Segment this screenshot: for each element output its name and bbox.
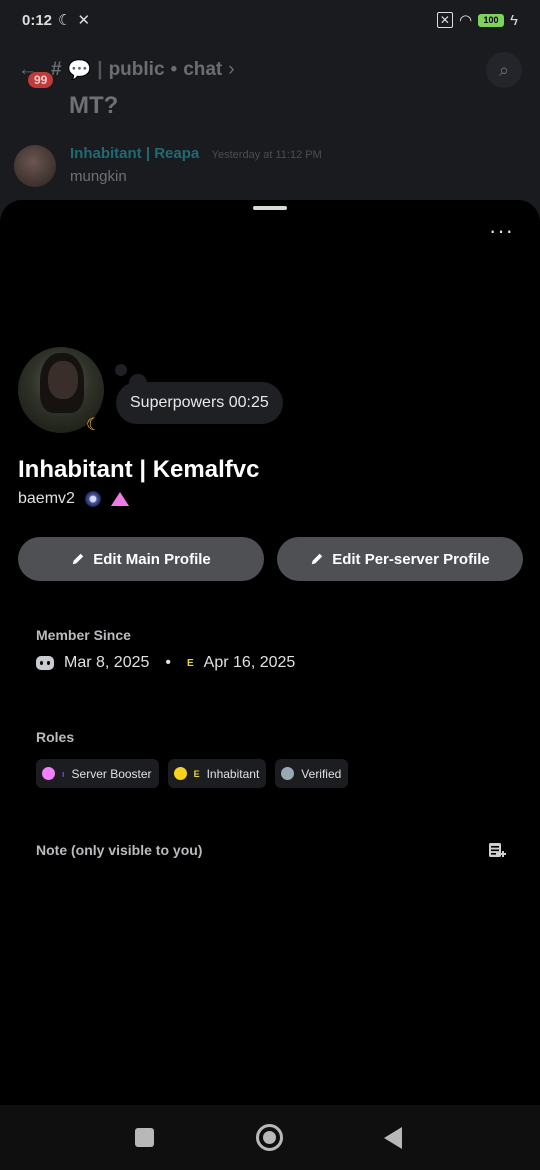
note-label[interactable]: Note (only visible to you) — [36, 842, 202, 858]
role-chip[interactable]: ı Server Booster — [36, 759, 159, 788]
role-color-dot — [42, 767, 55, 780]
battery-icon: 100 — [478, 13, 505, 27]
more-icon[interactable]: ··· — [489, 220, 514, 242]
previous-message-text: MT? — [69, 92, 119, 119]
roles-list: ı Server Booster E Inhabitant Verified — [36, 759, 349, 788]
username-row: baemv2 — [18, 490, 129, 508]
drag-handle[interactable] — [253, 206, 287, 210]
channel-separator: • — [170, 59, 178, 80]
role-icon: E — [193, 768, 200, 779]
recent-apps-icon[interactable] — [135, 1128, 154, 1147]
role-name: Verified — [301, 766, 342, 781]
nitro-badge-icon[interactable] — [84, 491, 101, 507]
boost-badge-icon[interactable] — [110, 492, 129, 506]
message-content: mungkin — [70, 168, 127, 185]
discord-join-date: Mar 8, 2025 — [64, 654, 150, 671]
member-since-row: Mar 8, 2025 • E Apr 16, 2025 — [36, 654, 295, 672]
server-icon: E — [187, 657, 194, 669]
message-author[interactable]: Inhabitant | Reapa — [70, 145, 199, 162]
date-separator: • — [165, 654, 171, 671]
role-color-dot — [173, 767, 187, 780]
role-color-dot — [281, 767, 295, 780]
edit-main-profile-button[interactable]: Edit Main Profile — [18, 537, 264, 581]
back-icon[interactable] — [384, 1127, 402, 1149]
muted-alarm-icon: ✕ — [77, 12, 91, 29]
moon-icon: ☾ — [86, 415, 102, 434]
wifi-icon: ◠ — [458, 12, 473, 29]
pencil-icon — [72, 553, 84, 565]
chevron-right-icon: › — [228, 59, 235, 80]
discord-icon — [36, 656, 54, 670]
role-icon: ı — [62, 768, 65, 779]
system-navigation-bar — [0, 1105, 540, 1170]
edit-server-profile-label: Edit Per-server Profile — [332, 550, 490, 568]
role-name: Inhabitant — [206, 766, 260, 781]
username: baemv2 — [18, 490, 75, 507]
edit-main-profile-label: Edit Main Profile — [93, 550, 211, 568]
pencil-icon — [311, 553, 323, 565]
edit-server-profile-button[interactable]: Edit Per-server Profile — [277, 537, 523, 581]
search-button[interactable]: ⌕ — [486, 52, 522, 88]
role-chip[interactable]: E Inhabitant — [167, 759, 267, 788]
member-since-label: Member Since — [36, 627, 131, 643]
author-avatar[interactable] — [14, 145, 56, 187]
note-add-icon[interactable] — [488, 842, 506, 860]
role-name: Server Booster — [71, 766, 152, 781]
chat-bubble-icon: 💬 — [67, 60, 92, 81]
chat-message: Inhabitant | Reapa Yesterday at 11:12 PM… — [14, 145, 322, 187]
unread-badge: 99 — [28, 72, 54, 88]
do-not-disturb-icon: ☾ — [58, 12, 72, 29]
display-name: Inhabitant | Kemalfvc — [18, 456, 260, 483]
home-icon[interactable] — [256, 1124, 283, 1151]
roles-label: Roles — [36, 729, 75, 745]
status-bar: 0:12 ☾ ✕ ✕ ◠ 100 ϟ — [0, 0, 540, 40]
message-timestamp: Yesterday at 11:12 PM — [211, 149, 322, 161]
charging-icon: ϟ — [510, 11, 518, 29]
search-icon: ⌕ — [498, 59, 510, 80]
profile-sheet: ··· ☾ Superpowers 00:25 Inhabitant | Kem… — [0, 200, 540, 1105]
role-chip[interactable]: Verified — [275, 759, 349, 788]
server-join-date: Apr 16, 2025 — [203, 654, 296, 671]
channel-header: ← # 💬 | public • chat › — [18, 59, 235, 81]
sim-icon: ✕ — [436, 12, 453, 28]
subchannel-name[interactable]: chat — [183, 59, 222, 81]
clock: 0:12 — [22, 11, 53, 29]
custom-status-bubble[interactable]: Superpowers 00:25 — [116, 382, 283, 424]
channel-name[interactable]: public — [109, 59, 165, 81]
